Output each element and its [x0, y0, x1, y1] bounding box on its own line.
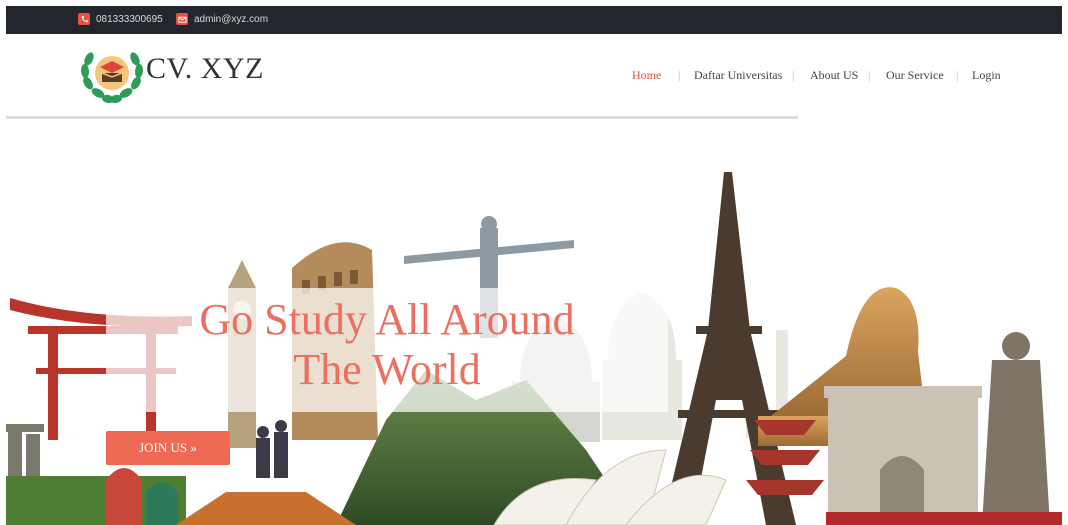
nav-separator: | [956, 68, 959, 82]
email-address: admin@xyz.com [194, 13, 269, 25]
tourists [256, 420, 288, 478]
nav-separator: | [868, 68, 871, 82]
hero-headline: Go Study All Around The World [106, 295, 668, 395]
brand-name[interactable]: CV. XYZ [146, 52, 264, 86]
header-divider [6, 116, 798, 119]
hero-banner: Go Study All Around The World JOIN US » [6, 120, 1062, 525]
nav-separator: | [678, 68, 681, 82]
red-floor [826, 512, 1062, 525]
mail-icon [176, 13, 188, 25]
hero-headline-line2: The World [293, 345, 481, 394]
top-contact-bar: 081333300695 admin@xyz.com [6, 6, 1062, 34]
hero-headline-line1: Go Study All Around [199, 295, 575, 344]
stonehenge [6, 424, 44, 476]
join-us-button[interactable]: JOIN US » [106, 431, 230, 465]
arch-of-triumph [824, 386, 982, 525]
email-contact[interactable]: admin@xyz.com [176, 13, 268, 25]
nav-daftar-universitas[interactable]: Daftar Universitas [694, 68, 782, 83]
laurel-book-logo-icon[interactable] [78, 43, 146, 105]
nav-our-service[interactable]: Our Service [886, 68, 944, 83]
site-header: CV. XYZ Home | Daftar Universitas | Abou… [6, 34, 1062, 118]
phone-contact[interactable]: 081333300695 [78, 13, 163, 25]
phone-icon [78, 13, 90, 25]
phone-number: 081333300695 [96, 13, 163, 25]
thai-temple-roof [176, 492, 356, 525]
eiffel-tower [662, 172, 796, 525]
nav-login[interactable]: Login [972, 68, 1001, 83]
nav-about-us[interactable]: About US [810, 68, 858, 83]
nav-home[interactable]: Home [632, 68, 661, 83]
nav-separator: | [792, 68, 795, 82]
terracotta-warrior [982, 332, 1050, 525]
